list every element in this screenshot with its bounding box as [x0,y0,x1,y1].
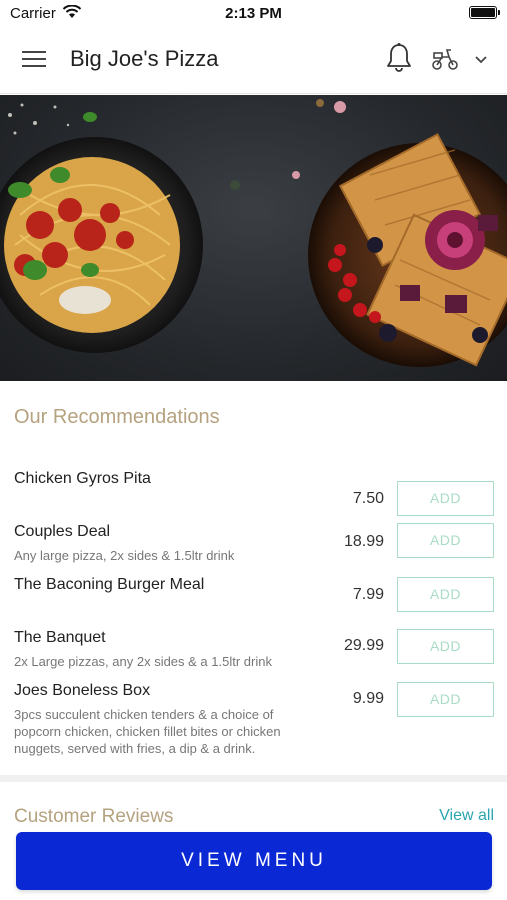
item-name: Joes Boneless Box [14,682,151,699]
add-button[interactable]: ADD [397,682,494,717]
add-button[interactable]: ADD [397,577,494,612]
scooter-icon [432,49,458,70]
item-price: 18.99 [343,533,384,550]
flower-decor [230,99,346,190]
add-button[interactable]: ADD [397,523,494,558]
item-description: 3pcs succulent chicken tenders & a choic… [14,707,281,756]
item-name: The Banquet [14,629,106,646]
battery-icon [469,6,500,19]
page-title: Big Joe's Pizza [70,46,219,71]
hero-image [0,95,507,381]
bell-icon[interactable] [385,42,413,74]
chevron-down-icon [475,56,487,64]
add-button[interactable]: ADD [397,481,494,516]
cheese-sprinkles [8,103,70,135]
item-price: 29.99 [343,637,384,654]
waffle-plate [308,133,507,367]
status-time: 2:13 PM [225,5,282,22]
spaghetti-plate [0,112,203,353]
item-price: 9.99 [352,690,384,707]
section-divider [0,775,507,782]
menu-icon[interactable] [22,48,48,72]
item-price: 7.99 [352,586,384,603]
item-description: 2x Large pizzas, any 2x sides & a 1.5ltr… [14,654,272,669]
add-button[interactable]: ADD [397,629,494,664]
view-all-link[interactable]: View all [439,807,494,825]
item-price: 7.50 [352,490,384,507]
status-bar: Carrier 2:13 PM [0,0,507,28]
recommendations-title: Our Recommendations [14,406,220,428]
delivery-mode-selector[interactable] [430,46,494,72]
item-description: Any large pizza, 2x sides & 1.5ltr drink [14,548,235,563]
app-header: Big Joe's Pizza [0,28,507,94]
item-name: The Baconing Burger Meal [14,576,205,593]
item-name: Couples Deal [14,523,111,540]
food-illustration [0,99,507,367]
view-menu-button[interactable]: VIEW MENU [16,832,492,890]
item-name: Chicken Gyros Pita [14,470,151,487]
